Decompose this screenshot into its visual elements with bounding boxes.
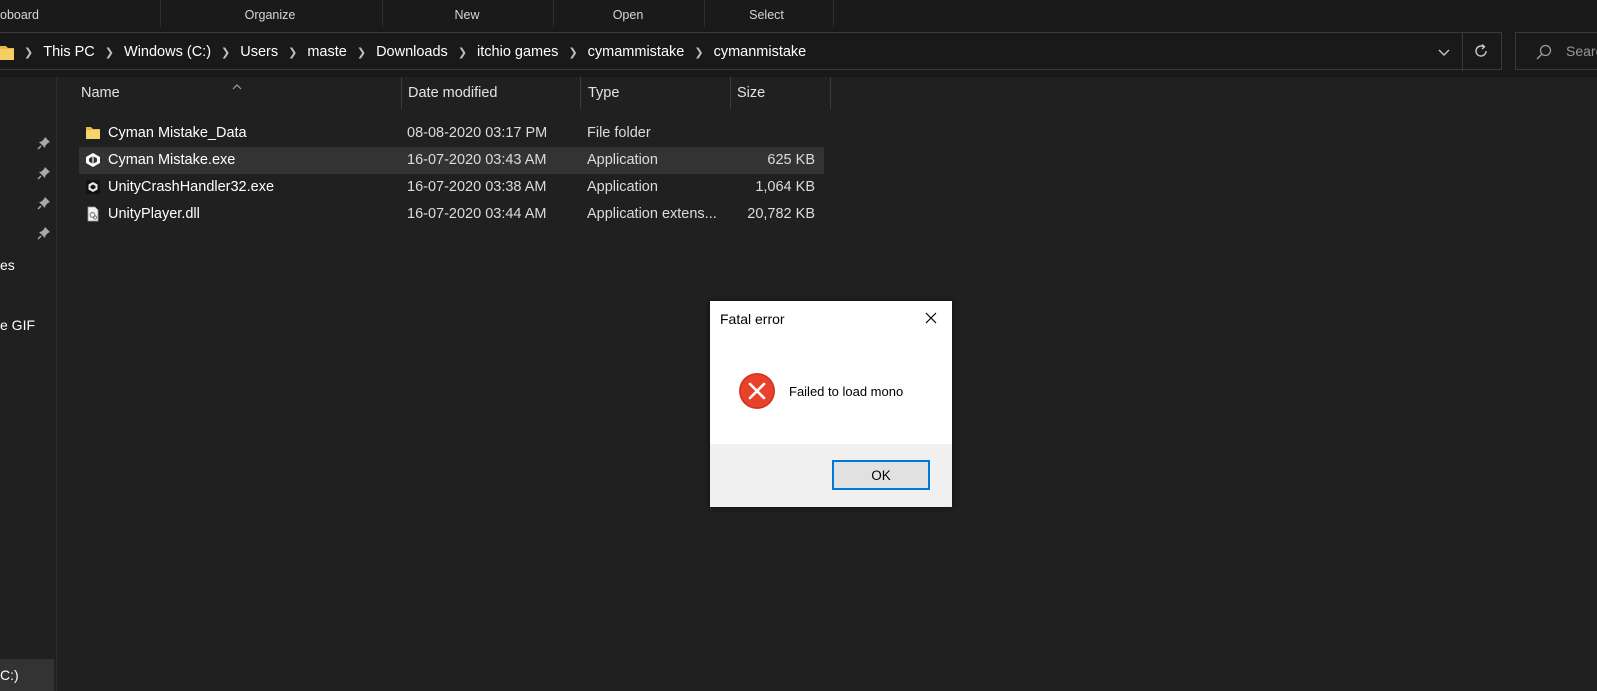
unity-app-icon <box>85 179 101 195</box>
dialog-message: Failed to load mono <box>789 384 904 399</box>
column-header-type[interactable]: Type <box>588 77 728 109</box>
breadcrumb-downloads[interactable]: Downloads <box>376 44 448 60</box>
file-size: 625 KB <box>767 152 815 168</box>
file-row[interactable]: UnityCrashHandler32.exe 16-07-2020 03:38… <box>79 174 824 201</box>
breadcrumb-cymanmistake[interactable]: cymanmistake <box>714 44 807 60</box>
address-bar[interactable]: ❯ This PC ❯ Windows (C:) ❯ Users ❯ maste… <box>0 32 1502 71</box>
breadcrumb: ❯ This PC ❯ Windows (C:) ❯ Users ❯ maste… <box>0 33 806 71</box>
pin-icon[interactable] <box>37 226 51 240</box>
chevron-right-icon[interactable]: ❯ <box>24 46 33 59</box>
breadcrumb-users[interactable]: Users <box>240 44 278 60</box>
pin-icon[interactable] <box>37 136 51 150</box>
ribbon-group-clipboard: oboard <box>0 8 39 22</box>
chevron-right-icon[interactable]: ❯ <box>221 46 230 59</box>
chevron-right-icon[interactable]: ❯ <box>458 46 467 59</box>
nav-item-selected[interactable]: C:) <box>0 659 54 691</box>
chevron-right-icon[interactable]: ❯ <box>105 46 114 59</box>
breadcrumb-cymammistake[interactable]: cymammistake <box>588 44 685 60</box>
column-header-name[interactable]: Name <box>81 77 396 109</box>
chevron-right-icon[interactable]: ❯ <box>288 46 297 59</box>
breadcrumb-itchio-games[interactable]: itchio games <box>477 44 558 60</box>
address-history-button[interactable] <box>1426 33 1462 71</box>
file-name: UnityCrashHandler32.exe <box>108 179 275 195</box>
file-date: 16-07-2020 03:43 AM <box>407 152 547 168</box>
breadcrumb-maste[interactable]: maste <box>307 44 347 60</box>
ribbon-group-open: Open <box>612 8 644 22</box>
chevron-right-icon[interactable]: ❯ <box>357 46 366 59</box>
breadcrumb-windows-c[interactable]: Windows (C:) <box>124 44 211 60</box>
unity-app-icon <box>85 152 101 168</box>
ribbon-group-select: Select <box>749 8 784 22</box>
dialog-close-button[interactable] <box>910 301 952 337</box>
dialog-title: Fatal error <box>720 311 785 327</box>
close-icon <box>925 311 937 327</box>
column-divider[interactable] <box>580 77 581 109</box>
file-type: Application <box>587 152 658 168</box>
file-date: 16-07-2020 03:44 AM <box>407 206 547 222</box>
file-size: 20,782 KB <box>747 206 815 222</box>
search-icon <box>1536 44 1552 63</box>
ribbon: oboard Organize New Open Select <box>0 0 1597 27</box>
file-size <box>729 120 815 147</box>
file-date: 08-08-2020 03:17 PM <box>407 125 548 141</box>
file-size: 1,064 KB <box>755 179 815 195</box>
dialog-footer: OK <box>710 444 952 507</box>
error-icon <box>738 372 776 413</box>
file-name: Cyman Mistake_Data <box>108 125 247 141</box>
breadcrumb-this-pc[interactable]: This PC <box>43 44 95 60</box>
column-divider[interactable] <box>830 77 831 109</box>
nav-item-drive: C:) <box>0 667 19 683</box>
folder-icon <box>85 125 101 141</box>
ribbon-group-organize: Organize <box>244 8 296 22</box>
chevron-right-icon[interactable]: ❯ <box>568 46 577 59</box>
column-header-date[interactable]: Date modified <box>408 77 578 109</box>
ok-button[interactable]: OK <box>832 460 930 490</box>
file-row-selected[interactable]: Cyman Mistake.exe 16-07-2020 03:43 AM Ap… <box>79 147 824 174</box>
nav-item-partial[interactable]: e GIF <box>0 317 35 333</box>
column-divider[interactable] <box>401 77 402 109</box>
file-type: Application extens... <box>587 206 717 222</box>
pin-icon[interactable] <box>37 196 51 210</box>
refresh-button[interactable] <box>1462 33 1499 71</box>
fatal-error-dialog: Fatal error Failed to load mono OK <box>710 301 952 507</box>
ribbon-group-new: New <box>454 8 480 22</box>
file-name: Cyman Mistake.exe <box>108 152 236 168</box>
chevron-right-icon[interactable]: ❯ <box>694 46 703 59</box>
file-name: UnityPlayer.dll <box>108 206 200 222</box>
column-divider[interactable] <box>730 77 731 109</box>
search-input[interactable]: Searc <box>1515 32 1597 70</box>
file-type: Application <box>587 179 658 195</box>
file-date: 16-07-2020 03:38 AM <box>407 179 547 195</box>
file-row[interactable]: Cyman Mistake_Data 08-08-2020 03:17 PM F… <box>79 120 824 147</box>
navigation-pane: es e GIF <box>0 77 57 691</box>
file-type: File folder <box>587 125 651 141</box>
chevron-down-icon <box>1438 44 1450 60</box>
search-placeholder: Searc <box>1566 43 1597 59</box>
folder-icon <box>0 43 14 61</box>
address-bar-row: ❯ This PC ❯ Windows (C:) ❯ Users ❯ maste… <box>0 27 1597 77</box>
column-header-size[interactable]: Size <box>737 77 827 109</box>
dll-file-icon <box>85 206 101 222</box>
file-row[interactable]: UnityPlayer.dll 16-07-2020 03:44 AM Appl… <box>79 201 824 228</box>
refresh-icon <box>1473 43 1489 62</box>
pin-icon[interactable] <box>37 166 51 180</box>
nav-item-partial[interactable]: es <box>0 257 15 273</box>
ribbon-separator <box>833 0 834 27</box>
